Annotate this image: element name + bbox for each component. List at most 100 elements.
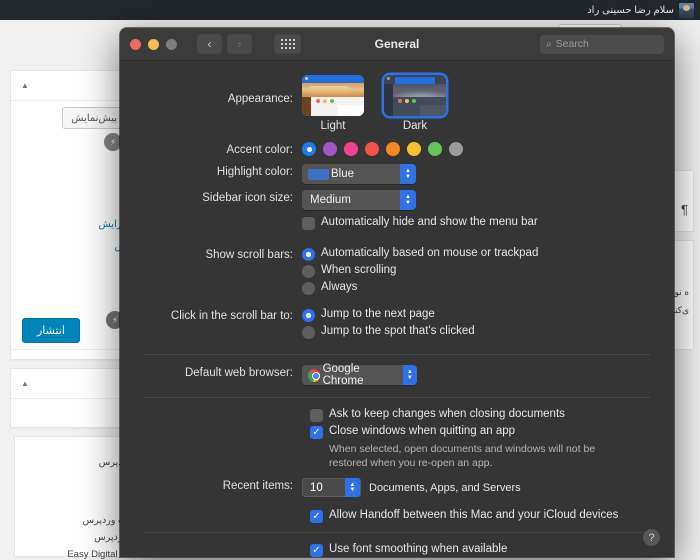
- forward-button[interactable]: ›: [227, 34, 252, 54]
- accent-swatch-red[interactable]: [365, 142, 379, 156]
- footer-metabox: ردپرس ب وردپرس وردپرس Easy Digital D: [14, 436, 136, 557]
- light-appearance-thumbnail[interactable]: [302, 75, 364, 116]
- help-button[interactable]: ?: [643, 529, 660, 546]
- preferences-body: Appearance:: [120, 61, 674, 557]
- font-smoothing-label: Use font smoothing when available: [329, 543, 507, 555]
- close-windows-label: Close windows when quitting an app: [329, 425, 515, 437]
- nav-button-group: ‹ ›: [197, 34, 252, 54]
- chevron-updown-icon[interactable]: ▲▼: [345, 478, 360, 497]
- appearance-label: Appearance:: [120, 75, 302, 105]
- preview-button[interactable]: پیش‌نمایش: [62, 107, 126, 129]
- close-windows-checkbox[interactable]: [310, 426, 323, 439]
- ask-keep-changes-line[interactable]: Ask to keep changes when closing documen…: [310, 408, 674, 421]
- recent-items-suffix: Documents, Apps, and Servers: [369, 482, 521, 494]
- chrome-icon: [308, 369, 320, 382]
- show-all-button[interactable]: [274, 34, 301, 54]
- zoom-button[interactable]: [166, 39, 177, 50]
- chevron-updown-icon[interactable]: ▲▼: [400, 190, 416, 210]
- appearance-option-light[interactable]: Light: [302, 75, 364, 132]
- collapse-icon[interactable]: ▲: [21, 379, 29, 388]
- highlight-color-dropdown[interactable]: Blue ▲▼: [302, 164, 416, 184]
- wp-admin-bar[interactable]: سلام رضا حسینی راد: [0, 0, 700, 20]
- accent-selected-dot: [307, 147, 312, 152]
- accent-swatch-pink[interactable]: [344, 142, 358, 156]
- default-browser-dropdown[interactable]: Google Chrome ▲▼: [302, 365, 417, 385]
- collapse-icon[interactable]: ▲: [21, 81, 29, 90]
- recent-items-value: 10: [310, 482, 343, 494]
- close-windows-line[interactable]: Close windows when quitting an app: [310, 425, 674, 438]
- handoff-checkbox[interactable]: [310, 510, 323, 523]
- user-avatar-icon: [679, 3, 694, 18]
- handoff-line[interactable]: Allow Handoff between this Mac and your …: [310, 509, 674, 522]
- recent-items-row: Recent items: 10 ▲▼ Documents, Apps, and…: [120, 478, 674, 497]
- sidebar-icon-size-dropdown[interactable]: Medium ▲▼: [302, 190, 416, 210]
- appearance-row: Appearance:: [120, 75, 674, 132]
- recent-items-label: Recent items:: [120, 478, 302, 492]
- click-scroll-spot-clicked[interactable]: Jump to the spot that's clicked: [302, 325, 674, 338]
- chevron-updown-icon[interactable]: ▲▼: [403, 365, 417, 385]
- accent-swatch-yellow[interactable]: [407, 142, 421, 156]
- traffic-light-group: [130, 39, 177, 50]
- scrollbar-scrolling-label: When scrolling: [321, 264, 396, 276]
- divider-middle: [144, 397, 650, 398]
- appearance-options: Light Dark: [302, 75, 674, 132]
- recent-items-stepper[interactable]: 10 ▲▼: [302, 478, 361, 497]
- search-placeholder: Search: [556, 38, 589, 50]
- publish-metabox-header[interactable]: ▲: [11, 71, 134, 101]
- footer-line-4: Easy Digital D: [67, 549, 127, 560]
- ask-keep-changes-checkbox[interactable]: [310, 409, 323, 422]
- scrollbar-auto-radio[interactable]: [302, 248, 315, 261]
- show-scroll-bars-label: Show scroll bars:: [120, 247, 302, 261]
- jump-next-page-radio[interactable]: [302, 309, 315, 322]
- preview-button-label: پیش‌نمایش: [71, 113, 117, 124]
- auto-hide-menubar-checkbox-line[interactable]: Automatically hide and show the menu bar: [302, 216, 674, 229]
- accent-swatch-green[interactable]: [428, 142, 442, 156]
- default-browser-row: Default web browser: Google Chrome ▲▼: [120, 365, 674, 385]
- appearance-option-dark[interactable]: Dark: [384, 75, 446, 132]
- scrollbar-option-auto[interactable]: Automatically based on mouse or trackpad: [302, 247, 674, 260]
- click-scroll-bar-row: Click in the scroll bar to: Jump to the …: [120, 308, 674, 342]
- window-titlebar[interactable]: ‹ › General ⌕ Search: [120, 28, 674, 61]
- click-scroll-next-page[interactable]: Jump to the next page: [302, 308, 674, 321]
- metabox-divider: [11, 349, 134, 350]
- accent-swatch-blue[interactable]: [302, 142, 316, 156]
- search-input[interactable]: ⌕ Search: [540, 35, 664, 54]
- accent-swatch-purple[interactable]: [323, 142, 337, 156]
- grid-view-icon: [281, 39, 295, 49]
- auto-hide-menubar-checkbox[interactable]: [302, 217, 315, 230]
- font-smoothing-line[interactable]: Use font smoothing when available: [310, 543, 674, 556]
- publish-metabox: ▲ پیش‌نمایش ⚡ ویرایش یش ⚡: [10, 70, 135, 360]
- accent-swatch-graphite[interactable]: [449, 142, 463, 156]
- divider-bottom: [144, 532, 650, 533]
- auto-hide-menubar-spacer: [120, 216, 302, 218]
- highlight-color-swatch: [308, 169, 329, 180]
- scrollbar-always-radio[interactable]: [302, 282, 315, 295]
- auto-hide-menubar-row: Automatically hide and show the menu bar: [120, 216, 674, 233]
- scrollbar-option-scrolling[interactable]: When scrolling: [302, 264, 674, 277]
- chevron-updown-icon[interactable]: ▲▼: [400, 164, 416, 184]
- close-button[interactable]: [130, 39, 141, 50]
- minimize-button[interactable]: [148, 39, 159, 50]
- search-icon: ⌕: [546, 39, 552, 50]
- paragraph-icon[interactable]: ¶: [681, 202, 688, 217]
- show-scroll-bars-row: Show scroll bars: Automatically based on…: [120, 247, 674, 298]
- secondary-metabox-header[interactable]: ▲: [11, 369, 134, 399]
- sidebar-icon-size-row: Sidebar icon size: Medium ▲▼: [120, 190, 674, 210]
- system-preferences-window: ‹ › General ⌕ Search Appearance:: [120, 28, 674, 557]
- default-browser-value: Google Chrome: [323, 363, 403, 387]
- highlight-color-row: Highlight color: Blue ▲▼: [120, 164, 674, 184]
- scrollbar-option-always[interactable]: Always: [302, 281, 674, 294]
- accent-color-swatches: [302, 142, 674, 156]
- back-button[interactable]: ‹: [197, 34, 222, 54]
- highlight-color-value: Blue: [331, 168, 362, 180]
- accent-swatch-orange[interactable]: [386, 142, 400, 156]
- publish-button[interactable]: انتشار: [22, 318, 80, 343]
- scrollbar-scrolling-radio[interactable]: [302, 265, 315, 278]
- secondary-metabox: ▲: [10, 368, 135, 428]
- dark-appearance-thumbnail[interactable]: [384, 75, 446, 116]
- jump-spot-radio[interactable]: [302, 326, 315, 339]
- font-smoothing-checkbox[interactable]: [310, 544, 323, 557]
- auto-hide-menubar-label: Automatically hide and show the menu bar: [321, 216, 538, 228]
- handoff-label: Allow Handoff between this Mac and your …: [329, 509, 618, 521]
- ask-keep-changes-label: Ask to keep changes when closing documen…: [329, 408, 565, 420]
